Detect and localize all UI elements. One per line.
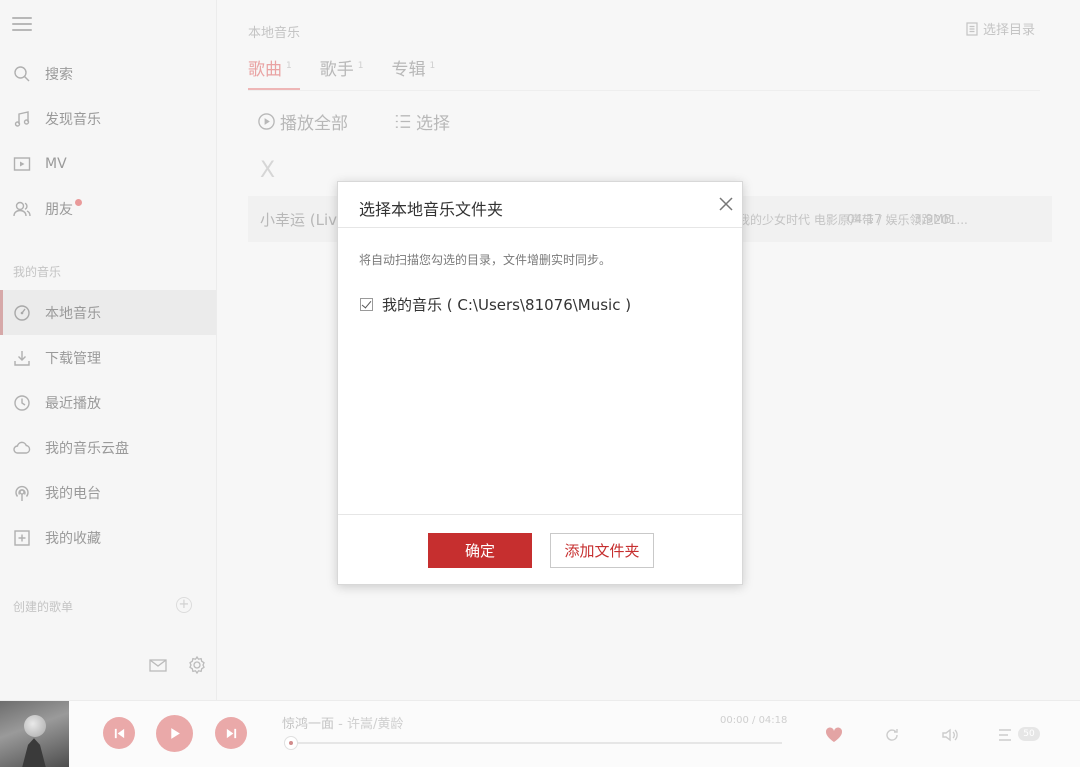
playlist-icon[interactable] bbox=[997, 725, 1017, 745]
sidebar-item-label: MV bbox=[45, 155, 67, 172]
sidebar-item-label: 我的音乐云盘 bbox=[45, 440, 129, 457]
play-button[interactable] bbox=[156, 715, 193, 752]
sidebar-item-label: 下载管理 bbox=[45, 350, 101, 367]
mail-icon[interactable] bbox=[148, 655, 168, 675]
notification-dot bbox=[75, 199, 82, 206]
sidebar-item-label: 朋友 bbox=[45, 201, 73, 218]
tab-songs[interactable]: 歌曲 1 bbox=[248, 55, 300, 90]
dialog-title: 选择本地音乐文件夹 bbox=[359, 200, 504, 219]
my-music-title: 我的音乐 bbox=[13, 265, 62, 279]
play-all-button[interactable]: 播放全部 bbox=[257, 109, 348, 134]
folder-label: 我的音乐 ( C:\Users\81076\Music ) bbox=[382, 296, 632, 314]
tab-divider bbox=[248, 90, 1040, 91]
folder-checkbox-row[interactable]: 我的音乐 ( C:\Users\81076\Music ) bbox=[360, 294, 631, 315]
dialog-footer-divider bbox=[338, 514, 742, 515]
dialog-divider bbox=[338, 227, 742, 228]
now-playing-title: 惊鸿一面 bbox=[282, 717, 335, 732]
sidebar-item-friends[interactable]: 朋友 bbox=[0, 186, 216, 231]
tab-albums[interactable]: 专辑 1 bbox=[391, 55, 435, 90]
confirm-button[interactable]: 确定 bbox=[428, 533, 532, 568]
progress-bar[interactable] bbox=[285, 742, 782, 744]
song-size: 3.9MB bbox=[914, 212, 952, 226]
player-bar: 惊鸿一面 - 许嵩/黄龄 00:00 / 04:18 50 bbox=[0, 700, 1080, 767]
radio-icon bbox=[13, 484, 31, 502]
music-note-icon bbox=[13, 110, 31, 128]
close-icon[interactable] bbox=[719, 196, 733, 211]
choose-directory-label: 选择目录 bbox=[982, 23, 1035, 38]
previous-button[interactable] bbox=[103, 717, 135, 749]
created-playlists-title: 创建的歌单 bbox=[13, 600, 74, 614]
folder-checkbox[interactable] bbox=[360, 298, 373, 311]
album-cover[interactable] bbox=[0, 701, 69, 767]
sidebar-item-local-music[interactable]: 本地音乐 bbox=[0, 290, 216, 335]
time-readout: 00:00 / 04:18 bbox=[720, 715, 788, 726]
sidebar-item-discover[interactable]: 发现音乐 bbox=[0, 96, 216, 141]
select-button[interactable]: 选择 bbox=[393, 109, 450, 134]
play-icon bbox=[171, 728, 180, 739]
download-icon bbox=[13, 349, 31, 367]
page-title: 本地音乐 bbox=[248, 26, 301, 41]
video-icon bbox=[13, 155, 31, 173]
add-playlist-button[interactable]: + bbox=[176, 597, 192, 613]
add-folder-button[interactable]: 添加文件夹 bbox=[550, 533, 654, 568]
cloud-icon bbox=[13, 439, 31, 457]
clock-icon bbox=[13, 394, 31, 412]
sidebar-item-label: 最近播放 bbox=[45, 395, 101, 412]
previous-icon bbox=[114, 728, 124, 738]
heart-icon[interactable] bbox=[824, 725, 844, 745]
play-circle-icon bbox=[258, 113, 275, 130]
choose-directory-link[interactable]: 选择目录 bbox=[965, 19, 1035, 38]
sidebar-item-mv[interactable]: MV bbox=[0, 141, 216, 186]
search-icon bbox=[13, 65, 31, 83]
sidebar-item-label: 本地音乐 bbox=[45, 305, 101, 322]
next-icon bbox=[226, 728, 236, 738]
volume-icon[interactable] bbox=[940, 725, 960, 745]
song-duration: 04:17 bbox=[847, 212, 882, 226]
dialog-description: 将自动扫描您勾选的目录，文件增删实时同步。 bbox=[359, 253, 612, 267]
sidebar: 搜索 发现音乐 MV 朋友 我的音乐 本地音乐 下载管理 最近播放 我的音乐云盘… bbox=[0, 0, 217, 700]
collection-icon bbox=[13, 529, 31, 547]
gear-icon[interactable] bbox=[187, 655, 207, 675]
sidebar-item-radio[interactable]: 我的电台 bbox=[0, 470, 216, 515]
document-icon bbox=[966, 21, 978, 36]
progress-knob[interactable] bbox=[284, 736, 298, 750]
sidebar-item-cloud[interactable]: 我的音乐云盘 bbox=[0, 425, 216, 470]
sidebar-item-label: 我的收藏 bbox=[45, 530, 101, 547]
now-playing-artist: 许嵩/黄龄 bbox=[346, 717, 404, 732]
tab-artists[interactable]: 歌手 1 bbox=[320, 55, 364, 90]
playlist-count-badge: 50 bbox=[1018, 727, 1040, 741]
sidebar-item-search[interactable]: 搜索 bbox=[0, 51, 216, 96]
now-playing: 惊鸿一面 - 许嵩/黄龄 bbox=[282, 717, 404, 732]
select-folder-dialog: 选择本地音乐文件夹 将自动扫描您勾选的目录，文件增删实时同步。 我的音乐 ( C… bbox=[337, 181, 743, 585]
song-title: 小幸运 (Liv bbox=[260, 210, 338, 229]
local-music-icon bbox=[13, 304, 31, 322]
sidebar-item-label: 我的电台 bbox=[45, 485, 101, 502]
sidebar-item-collection[interactable]: 我的收藏 bbox=[0, 515, 216, 560]
repeat-icon[interactable] bbox=[882, 725, 902, 745]
tab-bar: 歌曲 1 歌手 1 专辑 1 bbox=[248, 55, 463, 90]
clear-search-button[interactable]: X bbox=[260, 158, 275, 183]
sidebar-item-recent[interactable]: 最近播放 bbox=[0, 380, 216, 425]
sidebar-item-label: 搜索 bbox=[45, 66, 73, 83]
sidebar-item-downloads[interactable]: 下载管理 bbox=[0, 335, 216, 380]
list-select-icon bbox=[395, 115, 411, 128]
friends-icon bbox=[13, 200, 31, 218]
menu-icon[interactable] bbox=[12, 17, 32, 33]
sidebar-item-label: 发现音乐 bbox=[45, 111, 101, 128]
next-button[interactable] bbox=[215, 717, 247, 749]
